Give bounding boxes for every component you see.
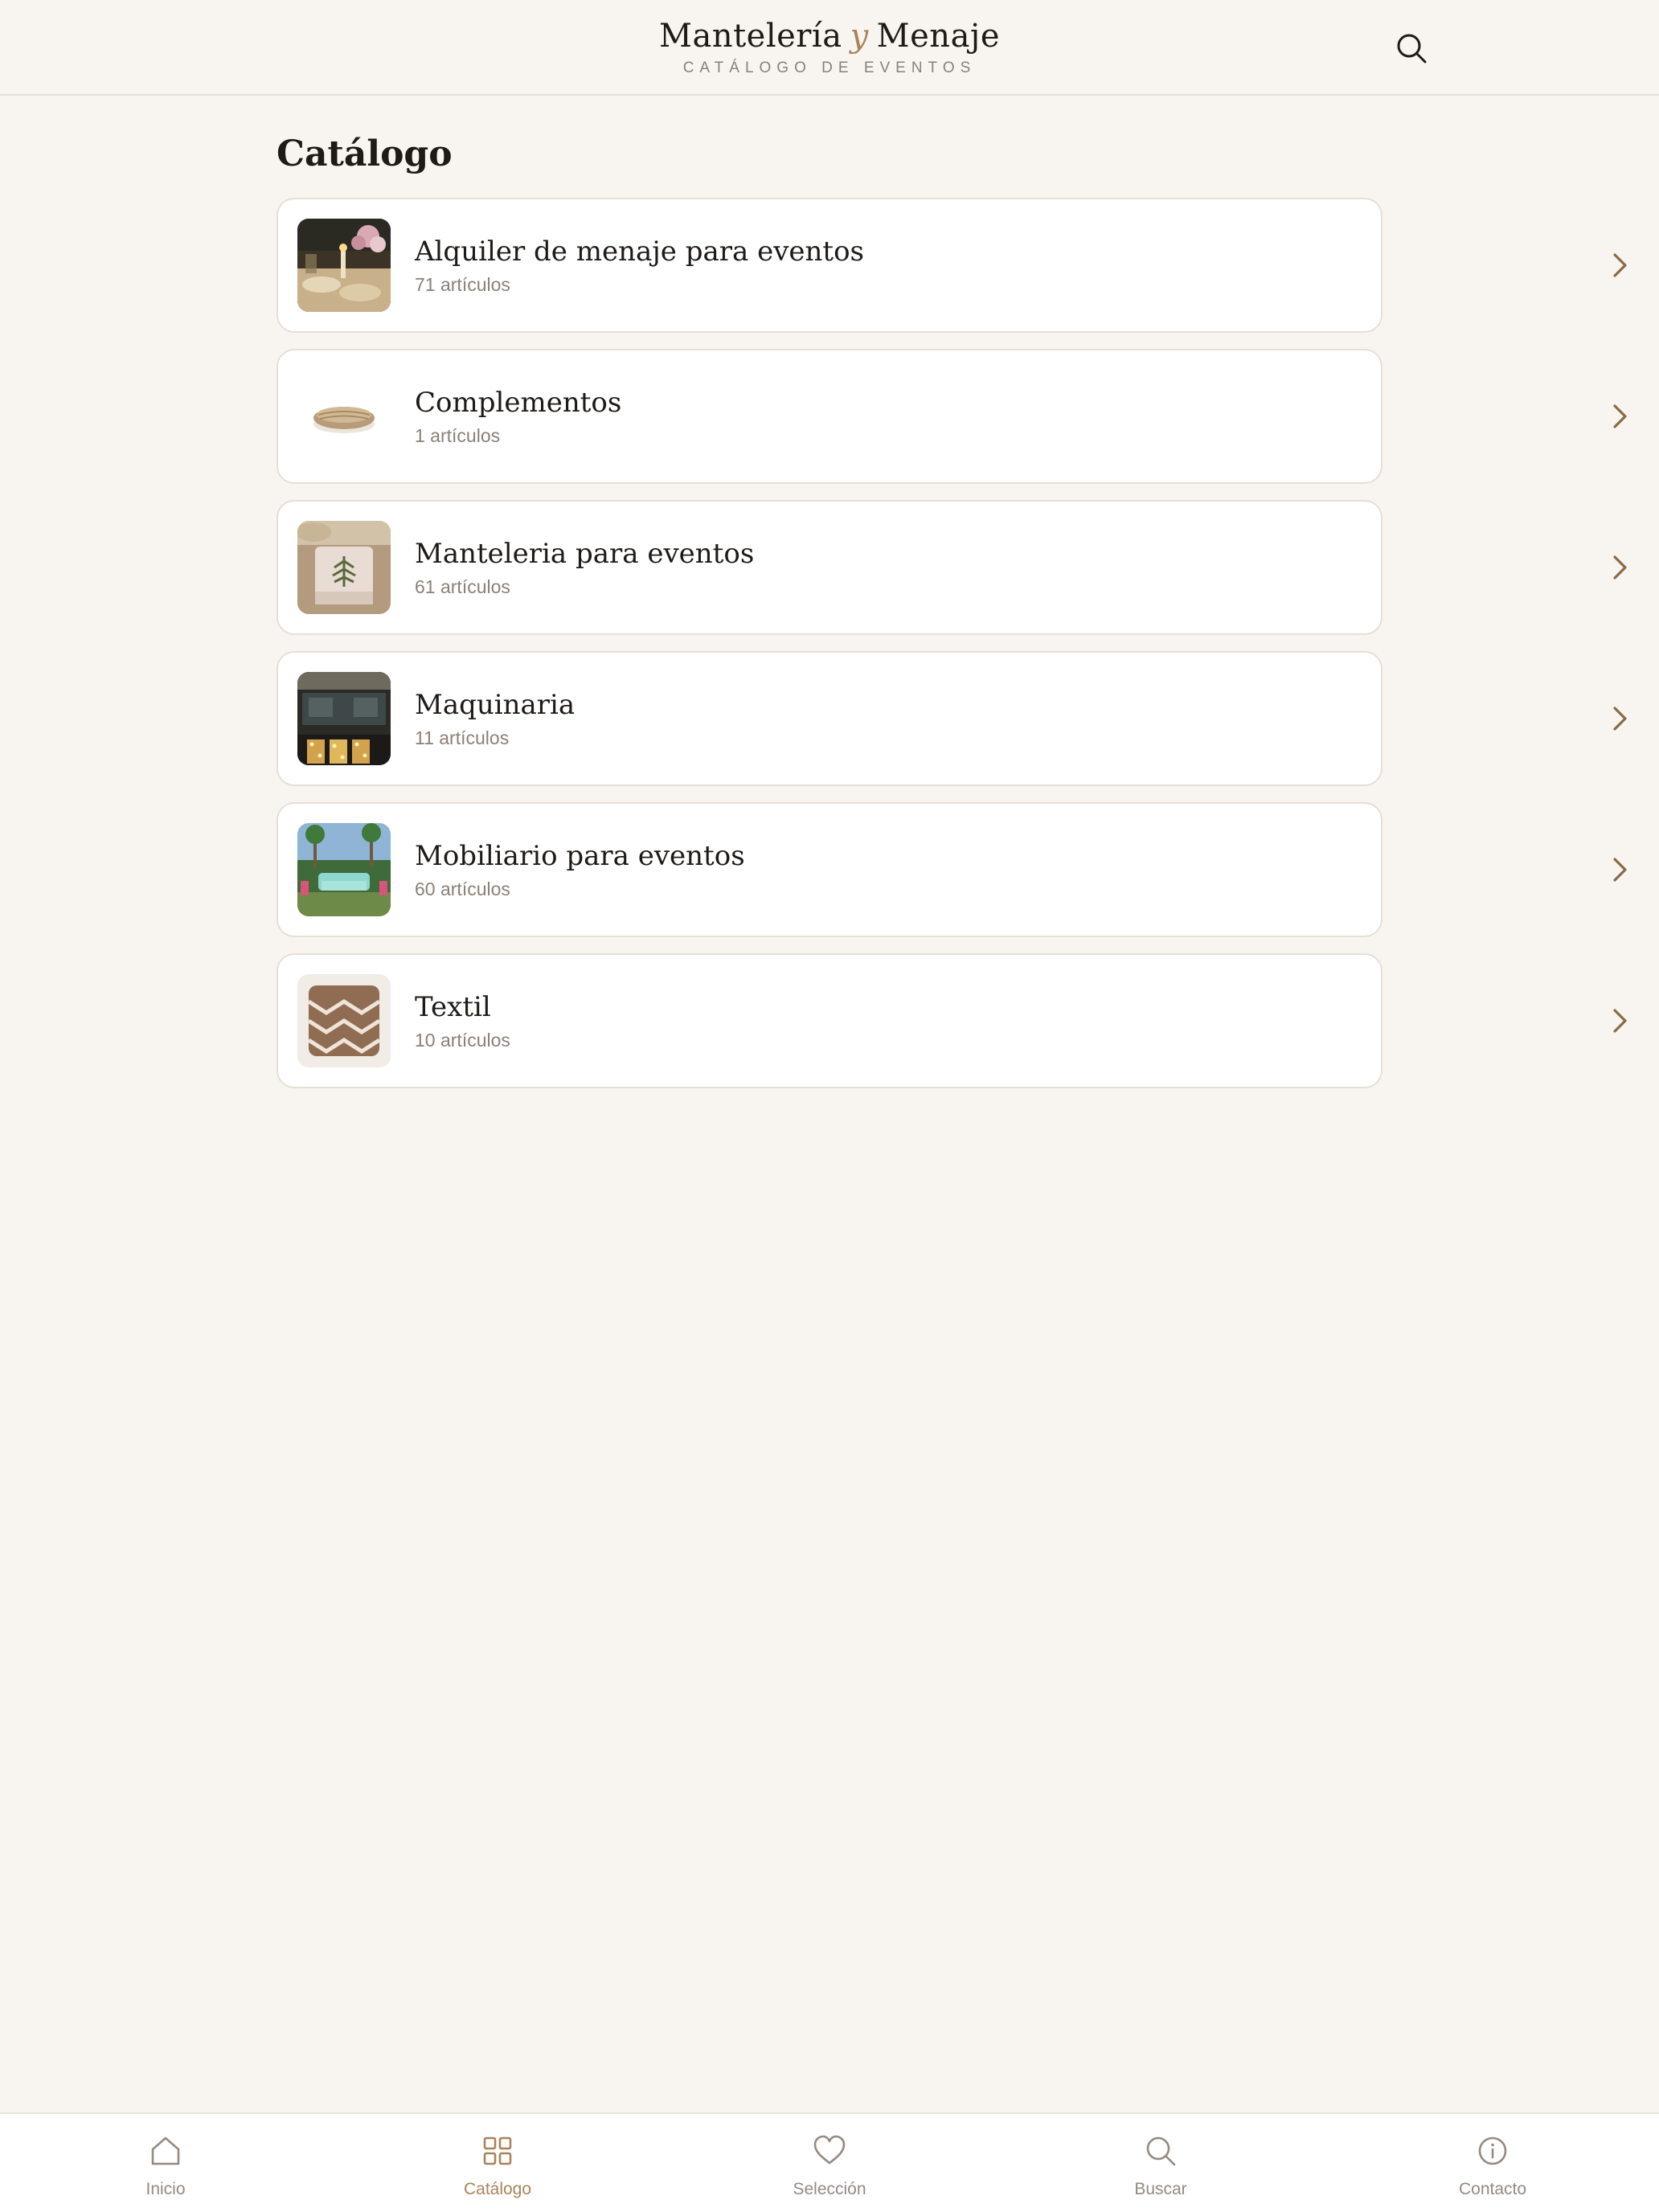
chevron-right-icon [1613, 404, 1627, 428]
category-name: Textil [415, 991, 491, 1023]
grid-icon [483, 2136, 512, 2165]
category-card[interactable]: Mobiliario para eventos 60 artículos [276, 802, 1627, 937]
category-card[interactable]: Textil 10 artículos [276, 953, 1627, 1088]
garden-sofa-thumbnail [297, 823, 391, 916]
category-card[interactable]: Alquiler de menaje para eventos 71 artíc… [276, 198, 1627, 333]
category-card[interactable]: Maquinaria 11 artículos [276, 651, 1627, 786]
woven-basket-thumbnail [297, 370, 391, 463]
category-name: Maquinaria [415, 689, 576, 721]
nav-item-seleccion[interactable]: Selección [733, 2114, 926, 2212]
category-count: 61 artículos [415, 576, 510, 597]
chevron-right-icon [1613, 1009, 1627, 1033]
chevron-right-icon [1613, 858, 1627, 882]
chevron-right-icon [1613, 253, 1627, 277]
bar-sign-thumbnail [297, 672, 391, 765]
home-icon [151, 2136, 180, 2165]
category-list: Alquiler de menaje para eventos 71 artíc… [276, 198, 1627, 1104]
category-count: 10 artículos [415, 1030, 510, 1051]
bottom-navigation: Inicio Catálogo Selección Buscar Contact… [0, 2112, 1659, 2212]
search-icon [1146, 2136, 1176, 2166]
category-count: 60 artículos [415, 879, 510, 899]
category-card[interactable]: Complementos 1 artículos [276, 349, 1627, 484]
search-icon [1397, 34, 1427, 63]
heart-icon [813, 2135, 846, 2165]
category-count: 1 artículos [415, 425, 501, 446]
chevron-right-icon [1613, 555, 1627, 580]
chevron-right-icon [1613, 707, 1627, 731]
nav-item-catalogo[interactable]: Catálogo [401, 2114, 594, 2212]
cushion-thumbnail [297, 974, 391, 1067]
category-name: Complementos [415, 387, 622, 419]
top-bar: Mantelería y Menaje CATÁLOGO DE EVENTOS [0, 0, 1659, 96]
nav-label: Inicio [145, 2180, 186, 2198]
brand-amp: y [850, 18, 869, 55]
info-icon [1478, 2136, 1507, 2165]
nav-label: Selección [793, 2180, 866, 2198]
nav-item-buscar[interactable]: Buscar [1064, 2114, 1257, 2212]
category-name: Manteleria para eventos [415, 538, 755, 570]
nav-label: Contacto [1458, 2180, 1527, 2198]
nav-item-contacto[interactable]: Contacto [1396, 2114, 1589, 2212]
category-name: Alquiler de menaje para eventos [415, 236, 865, 268]
table-setting-thumbnail [297, 219, 391, 312]
nav-item-inicio[interactable]: Inicio [69, 2114, 262, 2212]
category-count: 71 artículos [415, 274, 510, 295]
category-count: 11 artículos [415, 727, 510, 748]
nav-label: Catálogo [463, 2180, 532, 2198]
header-search-button[interactable] [1394, 31, 1429, 66]
nav-label: Buscar [1134, 2180, 1187, 2198]
napkin-thumbnail [297, 521, 391, 614]
category-card[interactable]: Manteleria para eventos 61 artículos [276, 500, 1627, 635]
category-name: Mobiliario para eventos [415, 840, 745, 872]
page-title: Catálogo [276, 133, 453, 174]
brand-word-right: Menaje [876, 18, 1000, 55]
brand-word-left: Mantelería [659, 18, 842, 55]
